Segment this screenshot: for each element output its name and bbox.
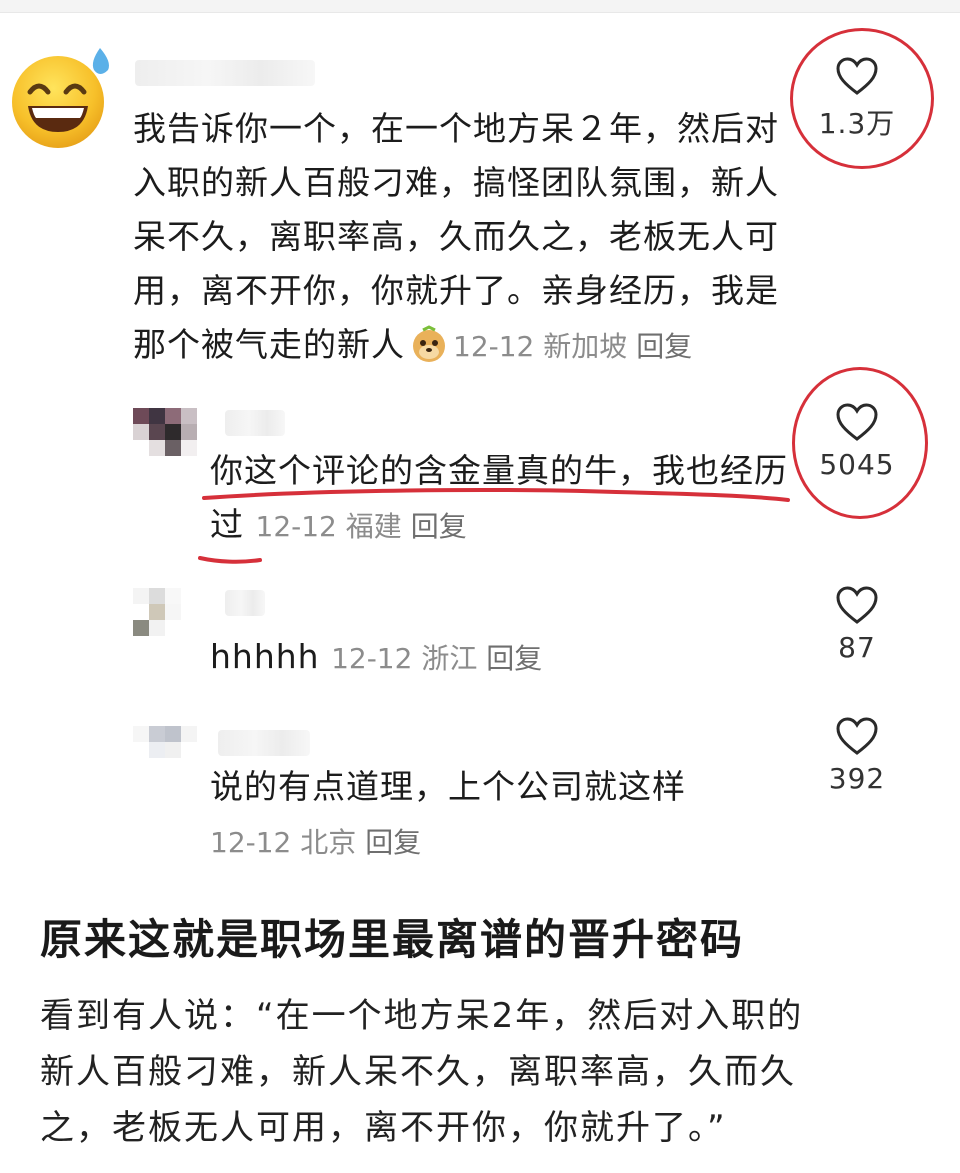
top-divider: [0, 0, 960, 13]
like-count: 5045: [819, 448, 895, 481]
avatar[interactable]: [133, 726, 197, 758]
like-button[interactable]: 392: [812, 716, 902, 795]
avatar[interactable]: [133, 408, 197, 456]
avatar[interactable]: [133, 588, 181, 636]
article-title: 原来这就是职场里最离谱的晋升密码: [40, 915, 745, 964]
like-count: 87: [838, 631, 876, 664]
username-redacted[interactable]: [135, 60, 315, 86]
comment-text: 说的有点道理，上个公司就这样 12-12 北京 回复: [210, 767, 686, 859]
reply-button[interactable]: 回复: [636, 330, 692, 363]
username-redacted[interactable]: [225, 590, 265, 616]
heart-outline-icon: [836, 586, 878, 624]
meerkat-emoji: [413, 325, 445, 362]
like-count: 1.3万: [818, 107, 896, 140]
reply-button[interactable]: 回复: [365, 826, 421, 859]
username-redacted[interactable]: [225, 410, 285, 436]
like-button[interactable]: 87: [812, 585, 902, 664]
like-button[interactable]: 1.3万: [812, 56, 902, 142]
reply-button[interactable]: 回复: [486, 642, 542, 675]
annotation-underline: [198, 488, 790, 564]
grinning-sweat-emoji-avatar[interactable]: [8, 40, 118, 150]
heart-outline-icon: [836, 717, 878, 755]
heart-outline-icon: [836, 57, 878, 95]
like-button[interactable]: 5045: [812, 402, 902, 481]
heart-outline-icon: [836, 403, 878, 441]
article-line: 新人百般刁难，新人呆不久，离职率高，久而久: [40, 1052, 796, 1092]
article-line: 之，老板无人可用，离不开你，你就升了。”: [40, 1108, 727, 1148]
comment-text: hhhhh 12-12 浙江 回复: [210, 637, 543, 676]
comment-text: 我告诉你一个，在一个地方呆２年，然后对 入职的新人百般刁难，搞怪团队氛围，新人 …: [133, 109, 779, 364]
article-line: 看到有人说：“在一个地方呆2年，然后对入职的: [40, 996, 804, 1036]
username-redacted[interactable]: [218, 730, 310, 756]
like-count: 392: [828, 762, 886, 795]
article-body: 看到有人说：“在一个地方呆2年，然后对入职的 新人百般刁难，新人呆不久，离职率高…: [40, 988, 930, 1156]
